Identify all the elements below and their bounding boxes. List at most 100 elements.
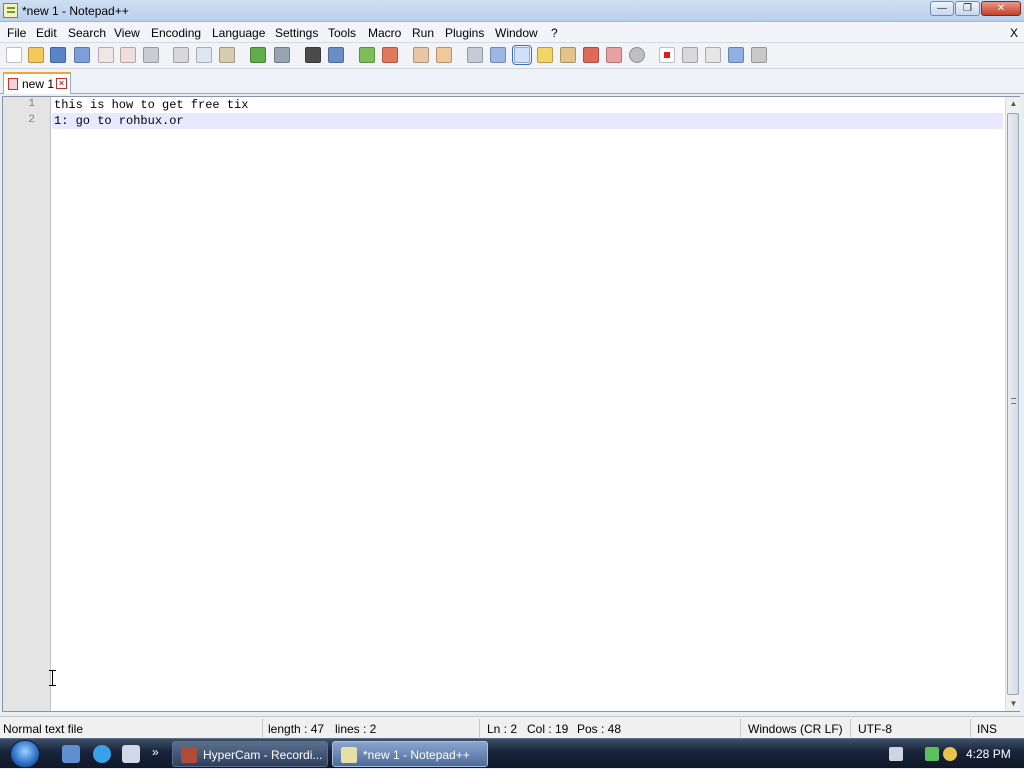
windows-start-icon[interactable] xyxy=(10,740,40,768)
close-document-button[interactable]: X xyxy=(1010,26,1018,40)
close-icon: ✕ xyxy=(996,3,1006,14)
paste-icon[interactable] xyxy=(219,47,235,63)
status-pos: Pos : 48 xyxy=(577,722,622,736)
status-separator xyxy=(970,719,971,737)
scroll-grip-icon xyxy=(1011,398,1016,404)
save-icon[interactable] xyxy=(50,47,66,63)
minimize-icon: — xyxy=(937,3,947,14)
vertical-scrollbar[interactable]: ▲ ▼ xyxy=(1005,97,1020,711)
text-area[interactable]: this is how to get free tix 1: go to roh… xyxy=(52,97,1003,711)
network-icon[interactable] xyxy=(925,747,939,761)
menu-edit[interactable]: Edit xyxy=(36,26,57,40)
tab-close-icon[interactable]: × xyxy=(56,78,67,89)
scroll-up-icon[interactable]: ▲ xyxy=(1006,97,1021,111)
taskbar-clock[interactable]: 4:28 PM xyxy=(966,747,1011,761)
restore-button[interactable]: ❐ xyxy=(955,1,980,16)
notepad-plus-plus-icon xyxy=(341,747,357,763)
chevron-right-icon[interactable]: » xyxy=(152,745,159,759)
new-file-icon[interactable] xyxy=(6,47,22,63)
line-number: 1 xyxy=(28,98,35,110)
status-lines: lines : 2 xyxy=(335,722,377,736)
save-all-icon[interactable] xyxy=(74,47,90,63)
notepad-plus-plus-icon xyxy=(3,3,18,18)
menu-help[interactable]: ? xyxy=(551,26,558,40)
scrollbar-thumb[interactable] xyxy=(1007,113,1019,695)
find-icon[interactable] xyxy=(305,47,321,63)
folder-as-workspace-icon[interactable] xyxy=(606,47,622,63)
status-ln: Ln : 2 xyxy=(487,722,518,736)
line-number: 2 xyxy=(28,114,35,126)
email-icon[interactable] xyxy=(122,745,140,763)
text-cursor-icon xyxy=(49,670,59,686)
code-line-current[interactable]: 1: go to rohbux.or xyxy=(52,113,1003,129)
status-separator xyxy=(479,719,480,737)
menu-language[interactable]: Language xyxy=(212,26,265,40)
undo-icon[interactable] xyxy=(250,47,266,63)
taskbar-button-notepad[interactable]: *new 1 - Notepad++ xyxy=(332,741,488,767)
status-separator xyxy=(850,719,851,737)
stop-recording-icon[interactable] xyxy=(682,47,698,63)
tab-new-1[interactable]: new 1 × xyxy=(3,72,71,94)
menu-encoding[interactable]: Encoding xyxy=(151,26,201,40)
zoom-in-icon[interactable] xyxy=(359,47,375,63)
close-icon[interactable] xyxy=(98,47,114,63)
taskbar-button-label: *new 1 - Notepad++ xyxy=(363,748,470,762)
user-defined-language-icon[interactable] xyxy=(537,47,553,63)
title-bar[interactable]: *new 1 - Notepad++ — ❐ ✕ xyxy=(0,0,1024,22)
sync-vertical-icon[interactable] xyxy=(413,47,429,63)
menu-run[interactable]: Run xyxy=(412,26,434,40)
keyboard-icon[interactable] xyxy=(889,747,903,761)
copy-icon[interactable] xyxy=(196,47,212,63)
unsaved-document-icon xyxy=(8,78,18,90)
zoom-out-icon[interactable] xyxy=(382,47,398,63)
menu-search[interactable]: Search xyxy=(68,26,106,40)
menu-view[interactable]: View xyxy=(114,26,140,40)
status-eol[interactable]: Windows (CR LF) xyxy=(748,722,843,736)
minimize-button[interactable]: — xyxy=(930,1,954,16)
menu-bar: File Edit Search View Encoding Language … xyxy=(0,22,1024,43)
replace-icon[interactable] xyxy=(328,47,344,63)
status-separator xyxy=(740,719,741,737)
taskbar-button-label: HyperCam - Recordi... xyxy=(203,748,323,762)
menu-macro[interactable]: Macro xyxy=(368,26,401,40)
cut-icon[interactable] xyxy=(173,47,189,63)
menu-settings[interactable]: Settings xyxy=(275,26,318,40)
internet-explorer-icon[interactable] xyxy=(93,745,111,763)
editor[interactable]: 1 2 this is how to get free tix 1: go to… xyxy=(2,96,1020,712)
word-wrap-icon[interactable] xyxy=(467,47,483,63)
toolbar xyxy=(0,43,1024,69)
open-file-icon[interactable] xyxy=(28,47,44,63)
menu-tools[interactable]: Tools xyxy=(328,26,356,40)
playback-macro-icon[interactable] xyxy=(705,47,721,63)
menu-plugins[interactable]: Plugins xyxy=(445,26,484,40)
taskbar: » HyperCam - Recordi... *new 1 - Notepad… xyxy=(0,738,1024,768)
sync-horizontal-icon[interactable] xyxy=(436,47,452,63)
menu-file[interactable]: File xyxy=(7,26,26,40)
hypercam-icon xyxy=(181,747,197,763)
indent-guide-icon[interactable] xyxy=(512,45,532,65)
close-window-button[interactable]: ✕ xyxy=(981,1,1021,16)
redo-icon[interactable] xyxy=(274,47,290,63)
code-line[interactable]: this is how to get free tix xyxy=(52,97,1003,113)
status-insert-mode: INS xyxy=(977,722,998,736)
status-encoding: UTF-8 xyxy=(858,722,892,736)
status-length: length : 47 xyxy=(268,722,325,736)
show-desktop-icon[interactable] xyxy=(62,745,80,763)
monitoring-icon[interactable] xyxy=(629,47,645,63)
restore-icon: ❐ xyxy=(963,3,972,14)
run-macro-multiple-icon[interactable] xyxy=(728,47,744,63)
system-tray xyxy=(885,739,957,769)
menu-window[interactable]: Window xyxy=(495,26,538,40)
document-map-icon[interactable] xyxy=(560,47,576,63)
status-col: Col : 19 xyxy=(527,722,569,736)
status-separator xyxy=(262,719,263,737)
show-all-characters-icon[interactable] xyxy=(490,47,506,63)
print-icon[interactable] xyxy=(143,47,159,63)
scroll-down-icon[interactable]: ▼ xyxy=(1006,697,1021,711)
record-macro-icon[interactable] xyxy=(659,47,675,63)
taskbar-button-hypercam[interactable]: HyperCam - Recordi... xyxy=(172,741,328,767)
search-icon[interactable] xyxy=(943,747,957,761)
function-list-icon[interactable] xyxy=(583,47,599,63)
save-macro-icon[interactable] xyxy=(751,47,767,63)
close-all-icon[interactable] xyxy=(120,47,136,63)
